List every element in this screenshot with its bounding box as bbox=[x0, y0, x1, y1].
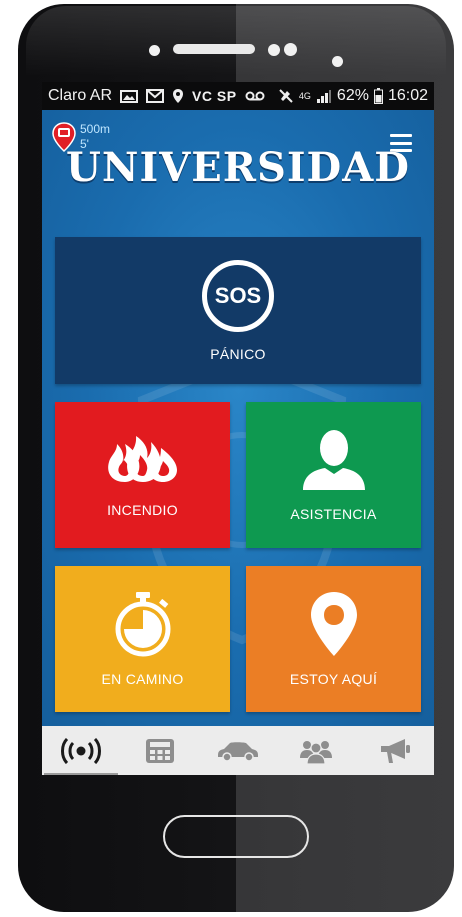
calculator-icon bbox=[145, 738, 174, 763]
screen: Claro AR VC SP 4G 62% 16:02 500m 5' UNIV… bbox=[42, 82, 434, 775]
proximity-sensor bbox=[332, 56, 343, 67]
front-camera-2 bbox=[284, 43, 297, 56]
battery-percent: 62% bbox=[336, 87, 369, 104]
carrier-label: Claro AR bbox=[48, 87, 113, 104]
panic-label: PÁNICO bbox=[210, 345, 266, 362]
voicemail-icon bbox=[245, 91, 265, 101]
fire-button[interactable]: INCENDIO bbox=[55, 402, 230, 548]
stopwatch-icon bbox=[115, 592, 170, 657]
sos-icon-text: SOS bbox=[214, 282, 262, 308]
status-bar: Claro AR VC SP 4G 62% 16:02 bbox=[42, 82, 434, 110]
car-icon bbox=[218, 741, 259, 762]
sos-icon: SOS bbox=[202, 259, 274, 332]
on-the-way-label: EN CAMINO bbox=[101, 671, 184, 687]
photo-notification-icon bbox=[120, 88, 139, 104]
front-sensor bbox=[149, 45, 160, 56]
hamburger-icon bbox=[390, 134, 412, 137]
assistance-button[interactable]: ASISTENCIA bbox=[246, 402, 421, 548]
megaphone-icon bbox=[380, 738, 410, 763]
nav-car[interactable] bbox=[199, 726, 277, 775]
fire-icon bbox=[107, 436, 177, 482]
earpiece-speaker bbox=[173, 44, 255, 54]
group-icon bbox=[300, 740, 333, 764]
home-button[interactable] bbox=[163, 815, 309, 858]
page-title: UNIVERSIDAD bbox=[66, 144, 410, 191]
mute-icon bbox=[278, 88, 294, 104]
broadcast-icon bbox=[61, 737, 102, 764]
signal-icon bbox=[316, 88, 332, 104]
battery-icon bbox=[373, 88, 383, 104]
fire-label: INCENDIO bbox=[107, 502, 178, 518]
nav-alerts[interactable] bbox=[42, 726, 120, 775]
im-here-button[interactable]: ESTOY AQUÍ bbox=[246, 566, 421, 712]
bottom-nav bbox=[42, 726, 434, 775]
person-icon bbox=[302, 430, 365, 490]
nav-calculator[interactable] bbox=[120, 726, 198, 775]
assistance-label: ASISTENCIA bbox=[290, 506, 377, 522]
signal-type: 4G bbox=[298, 91, 311, 101]
nav-groups[interactable] bbox=[277, 726, 355, 775]
location-icon bbox=[172, 88, 184, 104]
map-pin-icon bbox=[310, 592, 357, 656]
radius-distance: 500m bbox=[80, 122, 111, 136]
im-here-label: ESTOY AQUÍ bbox=[289, 671, 378, 687]
front-camera bbox=[268, 44, 280, 56]
clock: 16:02 bbox=[387, 87, 428, 104]
nav-announcements[interactable] bbox=[356, 726, 434, 775]
panic-button[interactable]: SOS PÁNICO bbox=[55, 237, 421, 384]
network-tags: VC SP bbox=[192, 88, 237, 104]
gmail-icon bbox=[146, 89, 165, 103]
on-the-way-button[interactable]: EN CAMINO bbox=[55, 566, 230, 712]
